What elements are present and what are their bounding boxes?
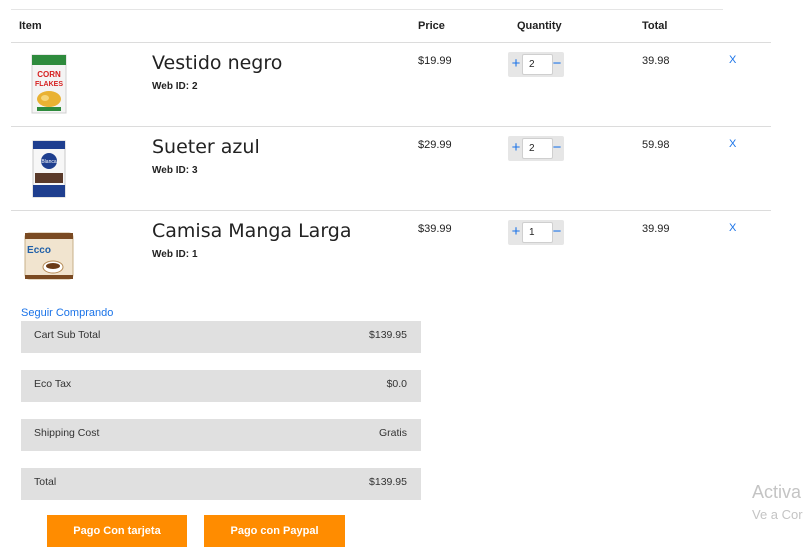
product-name: Sueter azul — [152, 136, 260, 158]
product-web-id: Web ID: 3 — [152, 165, 198, 176]
quantity-input[interactable]: 1 — [522, 222, 553, 243]
milk-powder-box-image: Blanca — [23, 135, 75, 203]
header-item: Item — [19, 20, 42, 32]
remove-item-button[interactable]: X — [729, 222, 736, 234]
quantity-decrease-button[interactable]: − — [551, 55, 563, 73]
product-total: 59.98 — [642, 139, 670, 151]
product-price: $29.99 — [418, 139, 452, 151]
quantity-stepper: + 1 − — [508, 220, 564, 245]
quantity-decrease-button[interactable]: − — [551, 223, 563, 241]
product-web-id: Web ID: 1 — [152, 249, 198, 260]
shipping-label: Shipping Cost — [34, 427, 100, 439]
windows-activation-watermark-subtext: Ve a Cor — [752, 507, 803, 522]
coffee-can-image: Ecco — [23, 219, 75, 287]
subtotal-label: Cart Sub Total — [34, 329, 101, 341]
quantity-increase-button[interactable]: + — [510, 223, 522, 241]
summary-subtotal-row: Cart Sub Total $139.95 — [21, 321, 421, 353]
pay-with-card-button[interactable]: Pago Con tarjeta — [47, 515, 187, 547]
quantity-input[interactable]: 2 — [522, 138, 553, 159]
product-price: $39.99 — [418, 223, 452, 235]
shipping-value: Gratis — [378, 427, 407, 439]
product-total: 39.98 — [642, 55, 670, 67]
product-web-id: Web ID: 2 — [152, 81, 198, 92]
cart-row: Blanca Sueter azul Web ID: 3 $29.99 + 2 −… — [11, 127, 771, 211]
product-name: Vestido negro — [152, 52, 283, 74]
remove-item-button[interactable]: X — [729, 54, 736, 66]
product-name: Camisa Manga Larga — [152, 220, 352, 242]
tax-label: Eco Tax — [34, 378, 72, 390]
cart-row: CORN FLAKES Vestido negro Web ID: 2 $19.9… — [11, 43, 771, 127]
summary-tax-row: Eco Tax $0.0 — [21, 370, 421, 402]
grand-total-value: $139.95 — [369, 476, 407, 488]
svg-text:Blanca: Blanca — [41, 159, 57, 165]
continue-shopping-link[interactable]: Seguir Comprando — [21, 307, 113, 319]
top-divider — [11, 9, 723, 10]
cart-row: Ecco Camisa Manga Larga Web ID: 1 $39.99 … — [11, 211, 771, 295]
header-total: Total — [642, 20, 668, 32]
windows-activation-watermark: Activa — [752, 482, 802, 502]
cereal-box-image: CORN FLAKES — [23, 51, 75, 119]
svg-text:CORN: CORN — [37, 70, 61, 79]
pay-with-paypal-button[interactable]: Pago con Paypal — [204, 515, 345, 547]
quantity-stepper: + 2 − — [508, 52, 564, 77]
header-price: Price — [418, 20, 445, 32]
product-price: $19.99 — [418, 55, 452, 67]
quantity-increase-button[interactable]: + — [510, 139, 522, 157]
quantity-stepper: + 2 − — [508, 136, 564, 161]
product-total: 39.99 — [642, 223, 670, 235]
subtotal-value: $139.95 — [369, 329, 407, 341]
summary-total-row: Total $139.95 — [21, 468, 421, 500]
header-quantity: Quantity — [517, 20, 562, 32]
tax-value: $0.0 — [386, 378, 407, 390]
quantity-decrease-button[interactable]: − — [551, 139, 563, 157]
summary-shipping-row: Shipping Cost Gratis — [21, 419, 421, 451]
quantity-input[interactable]: 2 — [522, 54, 553, 75]
quantity-increase-button[interactable]: + — [510, 55, 522, 73]
svg-text:FLAKES: FLAKES — [35, 81, 63, 88]
grand-total-label: Total — [34, 476, 57, 488]
svg-text:Ecco: Ecco — [27, 245, 51, 256]
remove-item-button[interactable]: X — [729, 138, 736, 150]
